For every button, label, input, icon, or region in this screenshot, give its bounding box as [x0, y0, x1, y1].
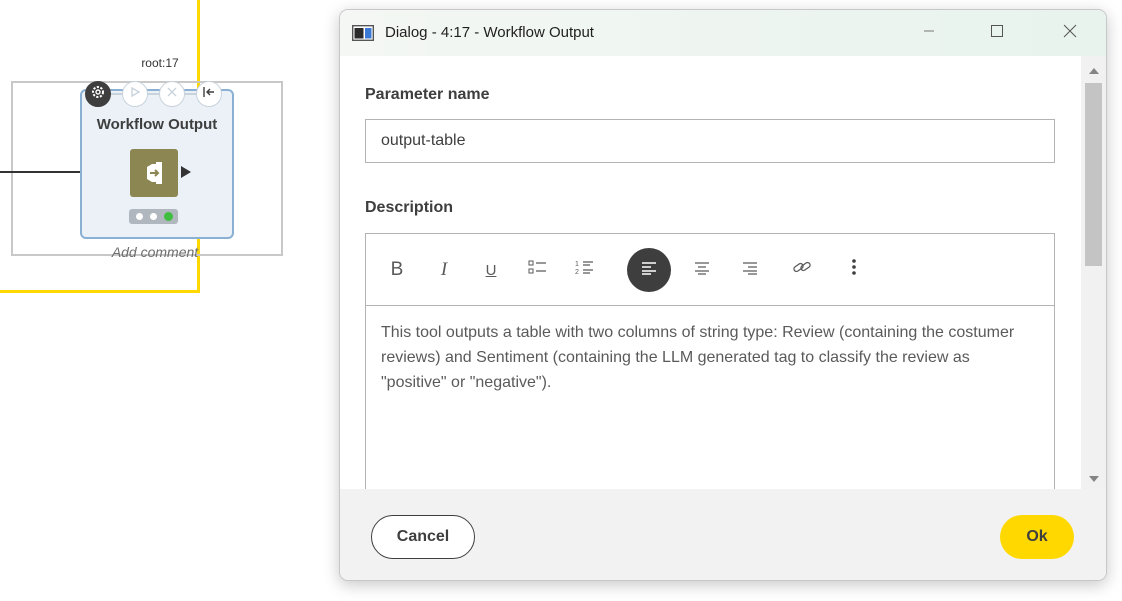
cancel-icon: [166, 85, 178, 103]
align-right-icon: [742, 259, 758, 281]
link-icon: [792, 259, 812, 281]
dialog-title: Dialog - 4:17 - Workflow Output: [385, 24, 594, 41]
more-options-button[interactable]: [832, 248, 876, 292]
dialog-titlebar[interactable]: Dialog - 4:17 - Workflow Output: [340, 10, 1106, 56]
minimize-icon: [923, 24, 935, 42]
close-button[interactable]: [1047, 10, 1093, 56]
close-icon: [1063, 24, 1077, 43]
scroll-up-arrow-icon[interactable]: [1089, 68, 1099, 74]
parameter-name-input[interactable]: [365, 119, 1055, 163]
configure-node-button[interactable]: [85, 81, 111, 107]
status-light-red: [134, 212, 144, 221]
bullet-list-button[interactable]: [516, 248, 560, 292]
reset-node-button[interactable]: [196, 81, 222, 107]
bold-icon: B: [390, 259, 404, 280]
dialog-footer: Cancel Ok: [340, 489, 1106, 580]
numbered-list-button[interactable]: 12: [563, 248, 607, 292]
rich-text-toolbar: B I U 12: [366, 234, 1054, 306]
dialog-app-icon: [351, 24, 375, 42]
output-port[interactable]: [181, 166, 191, 178]
align-center-button[interactable]: [680, 248, 724, 292]
cancel-button[interactable]: Cancel: [371, 515, 475, 559]
workflow-output-dialog: Dialog - 4:17 - Workflow Output Paramete…: [339, 9, 1107, 581]
gear-icon: [90, 84, 106, 105]
execute-node-button[interactable]: [122, 81, 148, 107]
minimize-button[interactable]: [906, 10, 952, 56]
svg-text:2: 2: [575, 269, 579, 275]
more-vertical-icon: [851, 258, 857, 282]
status-light-yellow: [149, 212, 158, 221]
underline-button[interactable]: U: [469, 248, 513, 292]
description-label: Description: [365, 199, 454, 216]
svg-text:1: 1: [575, 261, 579, 268]
dialog-content[interactable]: Parameter name Description B I U: [340, 56, 1080, 489]
ok-button[interactable]: Ok: [1000, 515, 1074, 559]
align-left-icon: [641, 259, 657, 281]
node-id-label: root:17: [141, 56, 179, 70]
node-title: Workflow Output: [96, 116, 218, 133]
workflow-output-icon[interactable]: [130, 149, 178, 197]
workflow-canvas[interactable]: root:17 Workflow Output Add comment: [0, 0, 340, 601]
maximize-button[interactable]: [974, 10, 1020, 56]
status-light-green: [163, 212, 173, 221]
underline-icon: U: [485, 261, 497, 279]
node-status-indicator: [129, 209, 178, 224]
bold-button[interactable]: B: [375, 248, 419, 292]
align-right-button[interactable]: [728, 248, 772, 292]
reset-icon: [202, 85, 216, 103]
align-center-icon: [694, 259, 710, 281]
dialog-scrollbar[interactable]: [1081, 56, 1106, 489]
italic-icon: I: [440, 259, 448, 280]
description-text[interactable]: This tool outputs a table with two colum…: [381, 320, 1031, 395]
scroll-down-arrow-icon[interactable]: [1089, 476, 1099, 482]
node-toolbar-connector: [105, 93, 205, 95]
link-button[interactable]: [780, 248, 824, 292]
italic-button[interactable]: I: [422, 248, 466, 292]
parameter-name-label: Parameter name: [365, 86, 490, 103]
numbered-list-icon: 12: [575, 259, 595, 281]
scrollbar-thumb[interactable]: [1085, 83, 1102, 266]
bullet-list-icon: [528, 259, 548, 281]
align-left-button[interactable]: [627, 248, 671, 292]
maximize-icon: [991, 24, 1003, 42]
play-icon: [129, 85, 141, 103]
add-comment-label[interactable]: Add comment: [80, 244, 230, 260]
cancel-node-button[interactable]: [159, 81, 185, 107]
description-editor[interactable]: B I U 12 This tool outputs a table with …: [365, 233, 1055, 489]
